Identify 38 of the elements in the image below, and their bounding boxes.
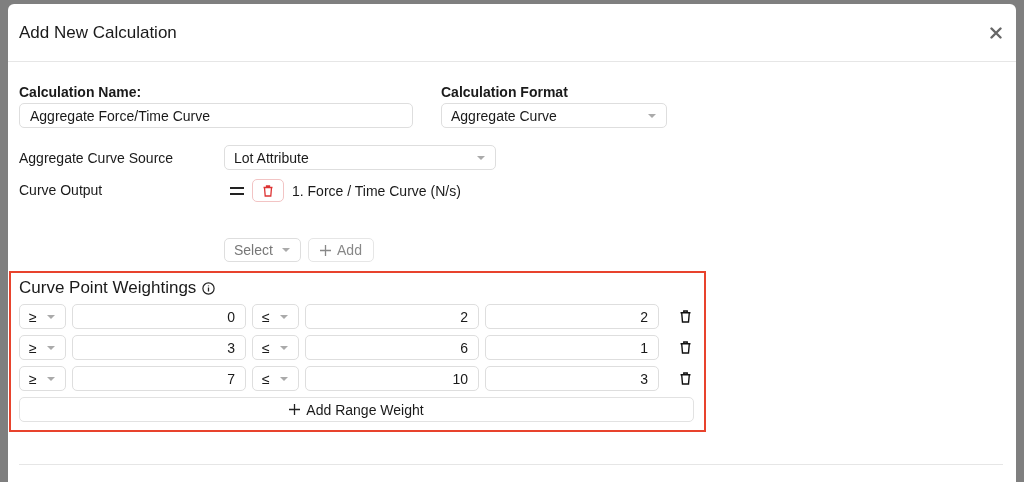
dropdown[interactable]: Aggregate Curve xyxy=(441,103,667,128)
trash-icon[interactable] xyxy=(680,372,691,385)
operator-dropdown[interactable]: ≤ xyxy=(252,366,299,391)
dialog-title: Add New Calculation xyxy=(19,22,177,43)
field-label: Aggregate Curve Source xyxy=(19,149,175,166)
input-field[interactable]: 2 xyxy=(305,304,479,329)
drag-handle-icon[interactable] xyxy=(230,186,244,195)
field-label: Curve Output xyxy=(19,182,104,198)
dropdown[interactable]: Select xyxy=(224,238,301,262)
input-field[interactable]: 0 xyxy=(72,304,246,329)
input-field[interactable]: 3 xyxy=(72,335,246,360)
input-field[interactable]: Aggregate Force/Time Curve xyxy=(19,103,413,128)
info-icon[interactable] xyxy=(202,281,216,295)
close-icon[interactable] xyxy=(990,26,1002,39)
input-field[interactable]: 6 xyxy=(305,335,479,360)
operator-dropdown[interactable]: ≥ xyxy=(19,335,66,360)
add-range-weight-button[interactable]: Add Range Weight xyxy=(19,397,694,422)
field-label: Calculation Format xyxy=(441,84,569,100)
trash-icon xyxy=(263,184,273,197)
section-title: Curve Point Weightings xyxy=(19,278,197,298)
operator-dropdown[interactable]: ≤ xyxy=(252,335,299,360)
operator-dropdown[interactable]: ≥ xyxy=(19,366,66,391)
add-button[interactable]: Add xyxy=(308,238,374,262)
field-label: Calculation Name: xyxy=(19,84,143,100)
operator-dropdown[interactable]: ≤ xyxy=(252,304,299,329)
delete-button[interactable] xyxy=(252,179,284,202)
input-field[interactable]: 7 xyxy=(72,366,246,391)
input-field[interactable]: 1 xyxy=(485,335,659,360)
plus-icon xyxy=(289,404,301,415)
trash-icon[interactable] xyxy=(680,310,691,323)
input-field[interactable]: 2 xyxy=(485,304,659,329)
dropdown[interactable]: Lot Attribute xyxy=(224,145,496,170)
plus-icon xyxy=(320,244,332,256)
input-field[interactable]: 10 xyxy=(305,366,479,391)
curve-item: 1. Force / Time Curve (N/s) xyxy=(292,182,461,199)
input-field[interactable]: 3 xyxy=(485,366,659,391)
operator-dropdown[interactable]: ≥ xyxy=(19,304,66,329)
trash-icon[interactable] xyxy=(680,341,691,354)
